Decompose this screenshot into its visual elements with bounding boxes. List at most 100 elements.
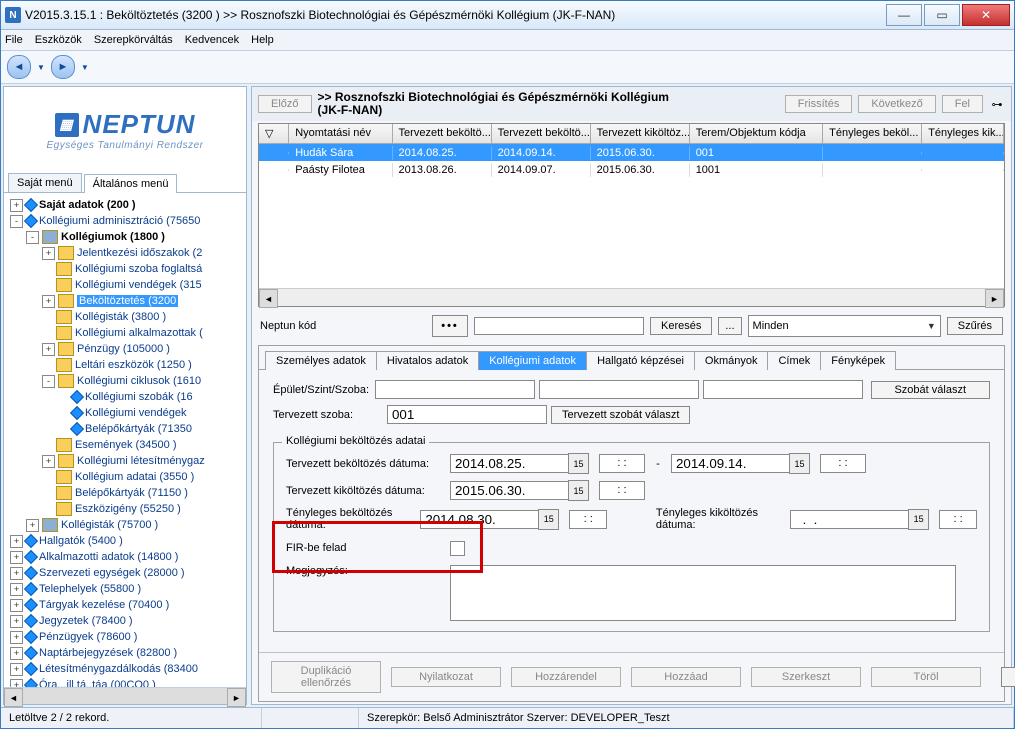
grid-col-5[interactable]: Terem/Objektum kódja bbox=[690, 124, 823, 143]
data-grid[interactable]: ▽ Nyomtatási név Tervezett beköltö... Te… bbox=[258, 123, 1005, 307]
sidebar-hscroll[interactable]: ◄ ► bbox=[4, 687, 246, 704]
tree-expander-icon[interactable] bbox=[42, 440, 53, 451]
tree-item[interactable]: +Beköltöztetés (3200 bbox=[6, 293, 244, 309]
search-button[interactable]: Keresés bbox=[650, 317, 712, 335]
menu-tools[interactable]: Eszközök bbox=[35, 34, 82, 46]
tree-expander-icon[interactable] bbox=[42, 328, 53, 339]
tab-trainings[interactable]: Hallgató képzései bbox=[586, 351, 694, 370]
menu-help[interactable]: Help bbox=[251, 34, 274, 46]
tab-documents[interactable]: Okmányok bbox=[694, 351, 768, 370]
tree-item[interactable]: Kollégisták (3800 ) bbox=[6, 309, 244, 325]
calendar-icon[interactable]: 15 bbox=[538, 509, 559, 530]
tree-expander-icon[interactable] bbox=[42, 472, 53, 483]
scroll-right-icon[interactable]: ► bbox=[227, 688, 246, 707]
assign-button[interactable]: Hozzárendel bbox=[511, 667, 621, 687]
memo-textarea[interactable] bbox=[450, 565, 956, 621]
planned-room-input[interactable] bbox=[387, 405, 547, 424]
tree-item[interactable]: +Saját adatok (200 ) bbox=[6, 197, 244, 213]
close-button[interactable]: ✕ bbox=[962, 4, 1010, 26]
menu-file[interactable]: File bbox=[5, 34, 23, 46]
search-visibility-button[interactable]: ••• bbox=[432, 315, 468, 337]
table-row[interactable]: Hudák Sára2014.08.25.2014.09.14.2015.06.… bbox=[259, 144, 1004, 161]
planned-out-time[interactable]: : : bbox=[599, 481, 645, 500]
tree-expander-icon[interactable]: + bbox=[42, 455, 55, 468]
menu-favorites[interactable]: Kedvencek bbox=[185, 34, 239, 46]
grid-scroll-left-icon[interactable]: ◄ bbox=[259, 289, 278, 308]
tree-item[interactable]: +Hallgatók (5400 ) bbox=[6, 533, 244, 549]
tree-item[interactable]: Események (34500 ) bbox=[6, 437, 244, 453]
nav-forward-drop[interactable]: ▼ bbox=[81, 63, 89, 72]
add-button[interactable]: Hozzáad bbox=[631, 667, 741, 687]
tree-item[interactable]: Leltári eszközök (1250 ) bbox=[6, 357, 244, 373]
next-button[interactable]: Következő bbox=[858, 95, 935, 113]
tree-item[interactable]: Belépőkártyák (71350 bbox=[6, 421, 244, 437]
nav-forward-button[interactable]: ► bbox=[51, 55, 75, 79]
room-input[interactable] bbox=[703, 380, 863, 399]
tree-item[interactable]: +Naptárbejegyzések (82800 ) bbox=[6, 645, 244, 661]
tree-item[interactable]: Eszközigény (55250 ) bbox=[6, 501, 244, 517]
prev-button[interactable]: Előző bbox=[258, 95, 312, 113]
grid-col-marker[interactable]: ▽ bbox=[259, 124, 289, 143]
calendar-icon[interactable]: 15 bbox=[789, 453, 810, 474]
choose-planned-room-button[interactable]: Tervezett szobát választ bbox=[551, 406, 690, 424]
tree-item[interactable]: +Pénzügy (105000 ) bbox=[6, 341, 244, 357]
tree-expander-icon[interactable] bbox=[42, 280, 53, 291]
grid-col-6[interactable]: Tényleges beköl... bbox=[823, 124, 922, 143]
tree-item[interactable]: Kollégiumi alkalmazottak ( bbox=[6, 325, 244, 341]
tree-expander-icon[interactable]: - bbox=[42, 375, 55, 388]
nav-tree[interactable]: +Saját adatok (200 )-Kollégiumi adminisz… bbox=[4, 193, 246, 687]
tree-item[interactable]: +Tárgyak kezelése (70400 ) bbox=[6, 597, 244, 613]
grid-col-7[interactable]: Tényleges kik... bbox=[922, 124, 1004, 143]
grid-col-1[interactable]: Nyomtatási név bbox=[289, 124, 392, 143]
grid-col-4[interactable]: Tervezett kiköltöz... bbox=[591, 124, 690, 143]
tree-expander-icon[interactable] bbox=[42, 488, 53, 499]
tab-dormitory[interactable]: Kollégiumi adatok bbox=[478, 351, 586, 370]
grid-col-3[interactable]: Tervezett beköltö... bbox=[492, 124, 591, 143]
tree-item[interactable]: +Alkalmazotti adatok (14800 ) bbox=[6, 549, 244, 565]
tree-expander-icon[interactable]: + bbox=[10, 631, 23, 644]
choose-room-button[interactable]: Szobát választ bbox=[871, 381, 991, 399]
planned-in-from-time[interactable]: : : bbox=[599, 454, 645, 473]
tree-expander-icon[interactable]: + bbox=[26, 519, 39, 532]
tree-expander-icon[interactable]: + bbox=[10, 551, 23, 564]
tree-expander-icon[interactable] bbox=[42, 312, 53, 323]
refresh-button[interactable]: Frissítés bbox=[785, 95, 853, 113]
tree-expander-icon[interactable]: - bbox=[26, 231, 39, 244]
tree-item[interactable]: +Jelentkezési időszakok (2 bbox=[6, 245, 244, 261]
tree-item[interactable]: Kollégiumi szobák (16 bbox=[6, 389, 244, 405]
tree-expander-icon[interactable]: + bbox=[10, 615, 23, 628]
up-button[interactable]: Fel bbox=[942, 95, 983, 113]
calendar-icon[interactable]: 15 bbox=[568, 480, 589, 501]
grid-col-2[interactable]: Tervezett beköltö... bbox=[393, 124, 492, 143]
calendar-icon[interactable]: 15 bbox=[908, 509, 929, 530]
tree-item[interactable]: +Kollégiumi létesítménygaz bbox=[6, 453, 244, 469]
tree-expander-icon[interactable]: + bbox=[10, 535, 23, 548]
tree-item[interactable]: +Szervezeti egységek (28000 ) bbox=[6, 565, 244, 581]
planned-in-to-date[interactable] bbox=[671, 454, 789, 473]
tree-expander-icon[interactable] bbox=[58, 408, 69, 419]
filter-button[interactable]: Szűrés bbox=[947, 317, 1003, 335]
tree-item[interactable]: -Kollégiumok (1800 ) bbox=[6, 229, 244, 245]
tree-expander-icon[interactable] bbox=[42, 264, 53, 275]
save-button[interactable]: Mentés bbox=[1001, 667, 1015, 687]
pin-icon[interactable]: ⊶ bbox=[989, 96, 1005, 112]
grid-hscroll[interactable]: ◄ ► bbox=[259, 288, 1004, 306]
tree-item[interactable]: Belépőkártyák (71150 ) bbox=[6, 485, 244, 501]
tree-expander-icon[interactable]: + bbox=[10, 599, 23, 612]
actual-out-time[interactable]: : : bbox=[939, 510, 977, 529]
fir-checkbox[interactable] bbox=[450, 541, 465, 556]
delete-button[interactable]: Töröl bbox=[871, 667, 981, 687]
actual-out-date[interactable] bbox=[790, 510, 908, 529]
table-row[interactable]: Paásty Filotea2013.08.26.2014.09.07.2015… bbox=[259, 161, 1004, 178]
tree-expander-icon[interactable]: + bbox=[10, 647, 23, 660]
tree-item[interactable]: Kollégium adatai (3550 ) bbox=[6, 469, 244, 485]
tree-expander-icon[interactable]: + bbox=[42, 343, 55, 356]
floor-input[interactable] bbox=[539, 380, 699, 399]
grid-scroll-right-icon[interactable]: ► bbox=[985, 289, 1004, 308]
calendar-icon[interactable]: 15 bbox=[568, 453, 589, 474]
tree-item[interactable]: +Telephelyek (55800 ) bbox=[6, 581, 244, 597]
minimize-button[interactable]: — bbox=[886, 4, 922, 26]
tree-expander-icon[interactable]: + bbox=[42, 247, 55, 260]
grid-header[interactable]: ▽ Nyomtatási név Tervezett beköltö... Te… bbox=[259, 124, 1004, 144]
tree-expander-icon[interactable] bbox=[42, 504, 53, 515]
